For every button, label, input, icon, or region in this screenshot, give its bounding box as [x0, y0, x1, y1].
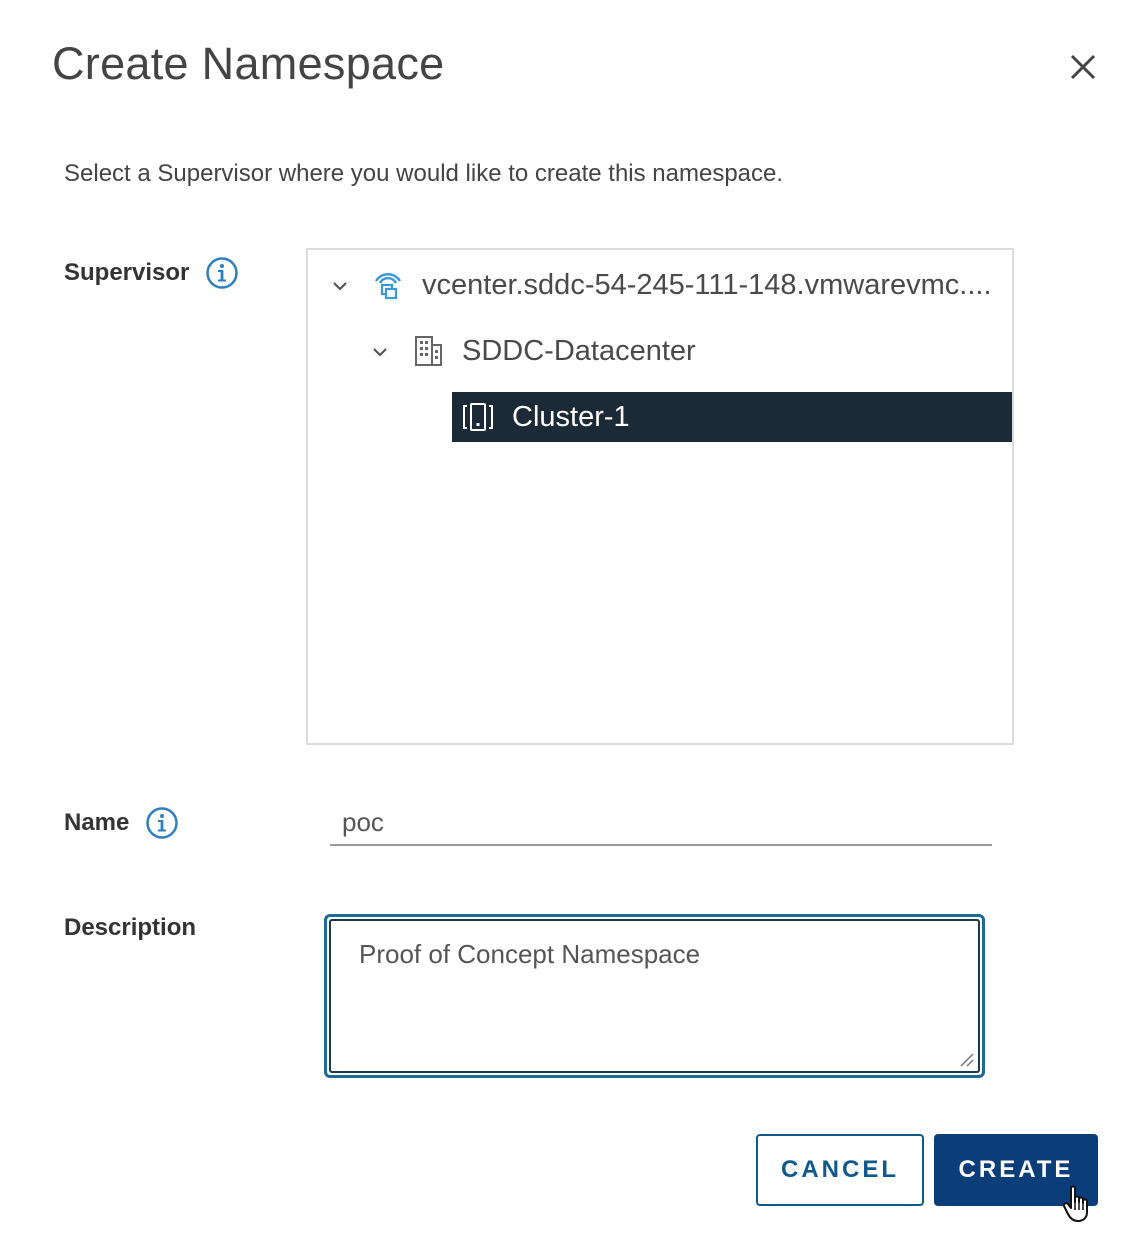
dialog-subtitle: Select a Supervisor where you would like… — [64, 160, 784, 187]
name-input[interactable] — [330, 800, 992, 846]
close-icon — [1070, 54, 1096, 80]
supervisor-tree: vcenter.sddc-54-245-111-148.vmwarevmc...… — [306, 248, 1014, 745]
supervisor-label: Supervisor — [64, 259, 190, 286]
datacenter-icon — [410, 333, 446, 369]
close-button[interactable] — [1062, 46, 1104, 88]
description-label: Description — [64, 914, 197, 941]
tree-item-label: SDDC-Datacenter — [462, 334, 696, 367]
resize-grip-icon[interactable] — [958, 1051, 974, 1067]
chevron-down-icon[interactable] — [328, 273, 352, 297]
cancel-button[interactable]: CANCEL — [756, 1134, 924, 1206]
tree-item-datacenter[interactable]: SDDC-Datacenter — [368, 326, 1008, 376]
cluster-icon — [460, 399, 496, 435]
tree-item-label: vcenter.sddc-54-245-111-148.vmwarevmc...… — [422, 268, 992, 301]
supervisor-info-icon[interactable] — [205, 256, 239, 290]
name-info-icon[interactable] — [145, 806, 179, 840]
supervisor-label-row: Supervisor — [64, 256, 239, 290]
description-value: Proof of Concept Namespace — [359, 939, 701, 969]
description-textarea-inner[interactable]: Proof of Concept Namespace — [329, 919, 980, 1073]
tree-item-label: Cluster-1 — [512, 400, 630, 433]
chevron-down-icon[interactable] — [368, 339, 392, 363]
tree-item-cluster[interactable]: Cluster-1 — [452, 392, 1012, 442]
dialog-title: Create Namespace — [52, 38, 445, 89]
hand-pointer-cursor-icon — [1062, 1185, 1088, 1222]
name-label-row: Name — [64, 806, 179, 840]
name-label: Name — [64, 809, 130, 836]
description-textarea[interactable]: Proof of Concept Namespace — [324, 914, 985, 1078]
vcenter-icon — [370, 267, 406, 303]
tree-item-vcenter[interactable]: vcenter.sddc-54-245-111-148.vmwarevmc...… — [328, 260, 1008, 310]
